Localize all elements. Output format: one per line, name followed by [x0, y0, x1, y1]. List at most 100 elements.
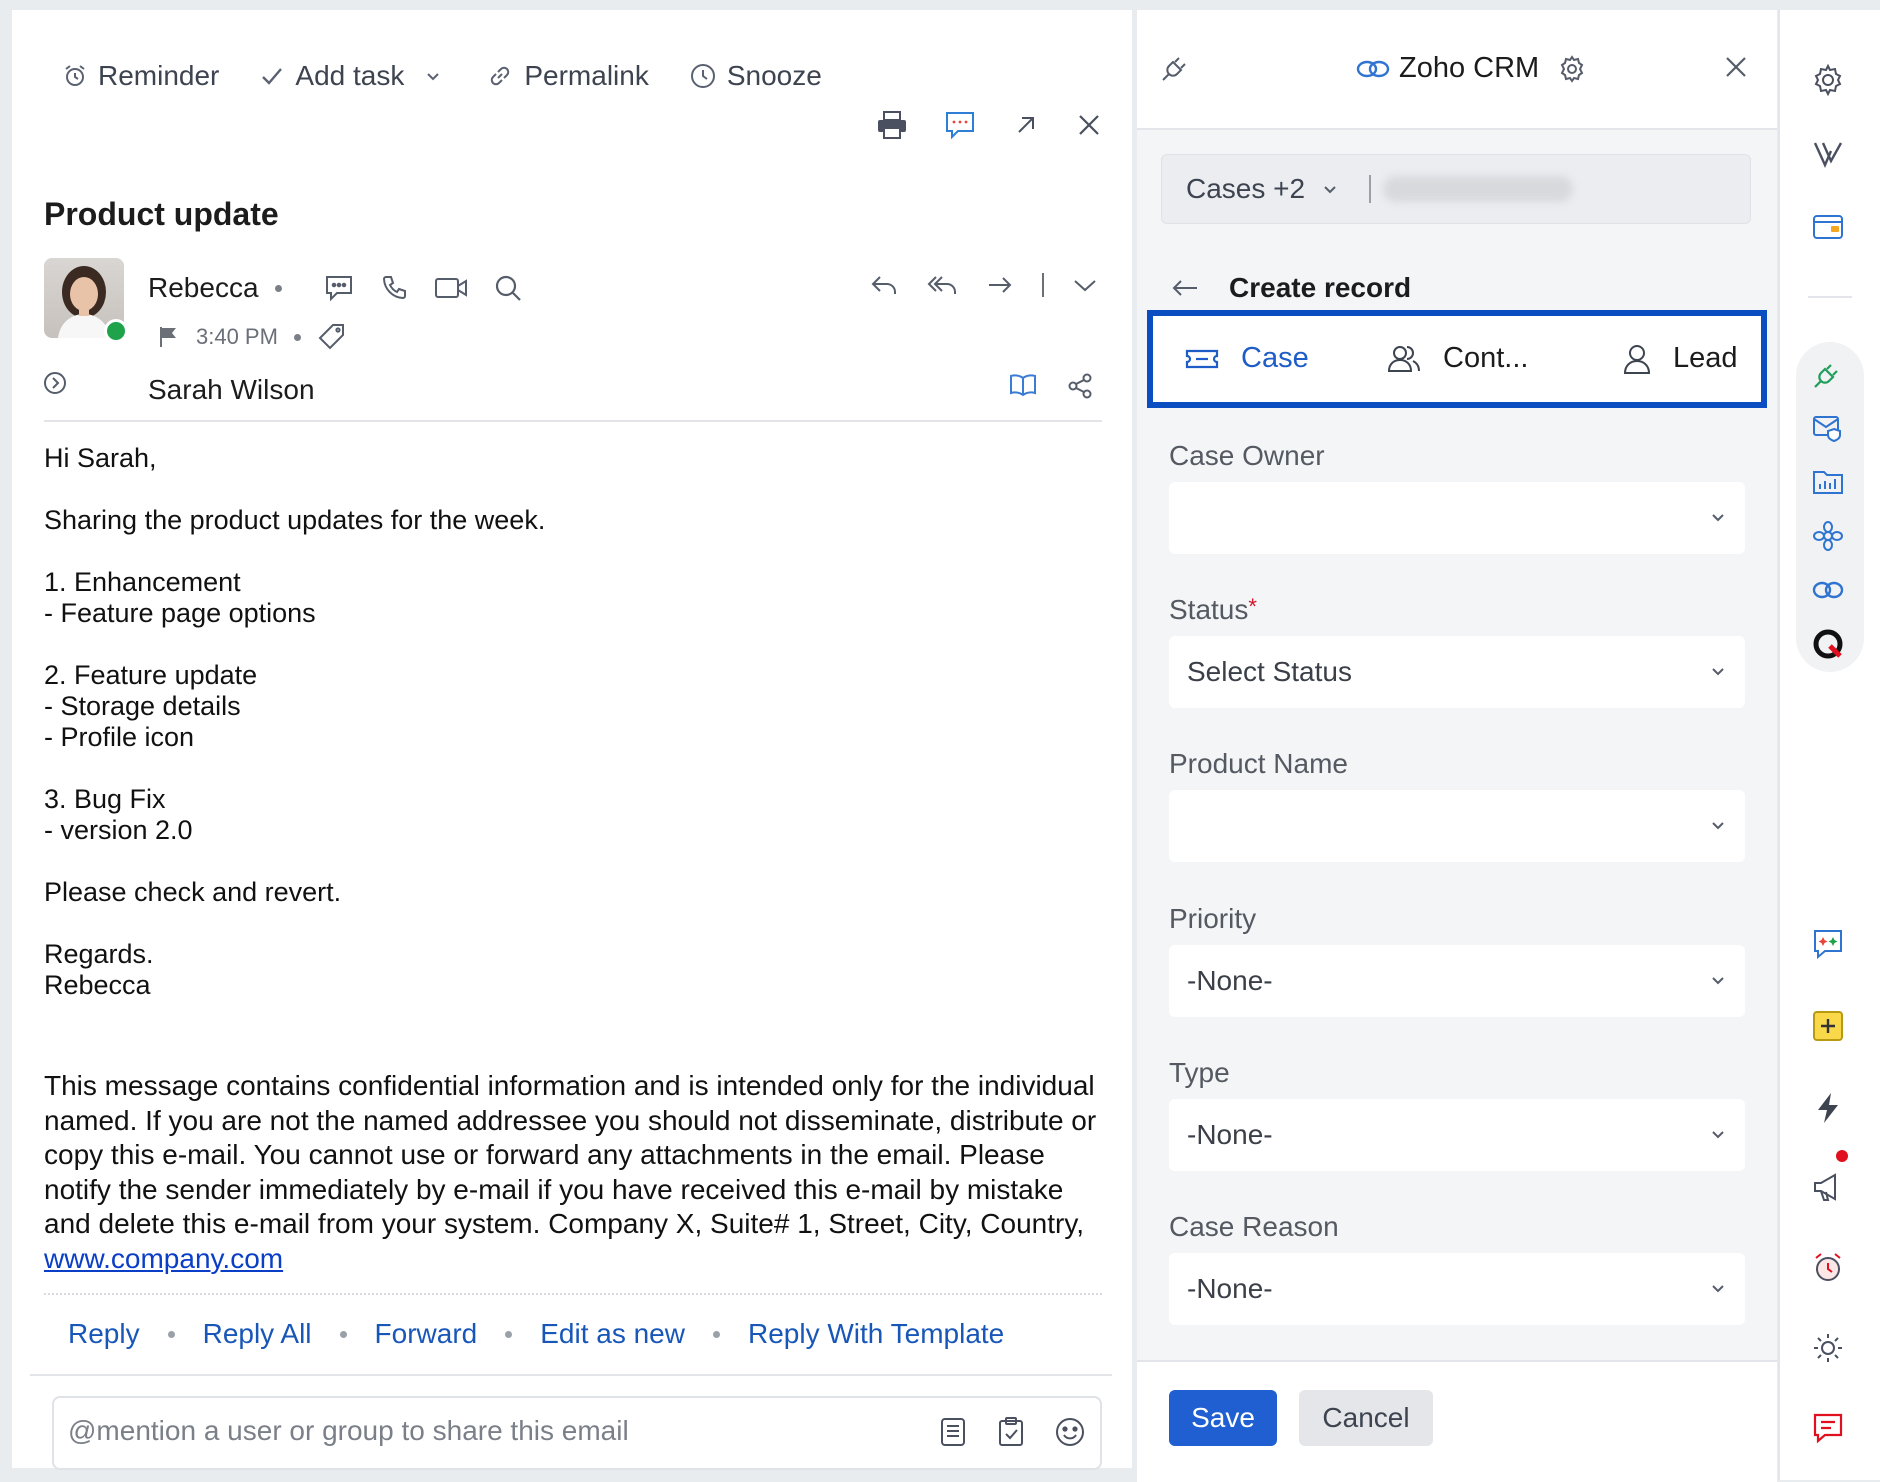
body-intro: Sharing the product updates for the week…: [44, 505, 546, 535]
chevron-down-icon: [1709, 816, 1727, 834]
share-icon[interactable]: [1066, 372, 1094, 400]
body-signature: Rebecca: [44, 970, 151, 1000]
close-icon[interactable]: [1723, 54, 1749, 80]
create-record-header: Create record: [1171, 272, 1411, 304]
edit-as-new-link[interactable]: Edit as new: [540, 1318, 685, 1350]
print-icon[interactable]: [876, 110, 908, 140]
task-clipboard-icon[interactable]: [996, 1416, 1026, 1448]
reply-icon[interactable]: [870, 272, 898, 298]
cancel-button[interactable]: Cancel: [1299, 1390, 1433, 1446]
snooze-label: Snooze: [726, 60, 822, 91]
close-icon[interactable]: [1076, 112, 1102, 138]
q-app-icon[interactable]: [1808, 624, 1848, 664]
expand-recipients-icon[interactable]: [42, 370, 68, 396]
settings-gear-icon[interactable]: [1808, 60, 1848, 100]
video-call-icon[interactable]: [434, 275, 468, 301]
reply-link[interactable]: Reply: [68, 1318, 140, 1350]
add-task-label: Add task: [295, 60, 405, 91]
search-icon[interactable]: [494, 274, 522, 302]
status-label: Status*: [1169, 594, 1257, 626]
back-arrow-icon[interactable]: [1171, 276, 1199, 300]
mention-actions: [910, 1416, 1086, 1448]
save-button[interactable]: Save: [1169, 1390, 1277, 1446]
message-icon[interactable]: [1808, 1408, 1848, 1448]
flag-icon[interactable]: [158, 325, 180, 349]
crm-header: Zoho CRM: [1137, 10, 1777, 130]
disclaimer: This message contains confidential infor…: [44, 1069, 1114, 1276]
recipient-name[interactable]: Sarah Wilson: [148, 374, 315, 406]
record-type-tabs: Case Cont... Lead: [1147, 310, 1767, 408]
status-select[interactable]: Select Status: [1169, 636, 1745, 708]
divider: [1369, 175, 1372, 203]
redacted-email: [1383, 176, 1574, 202]
permalink-button[interactable]: Permalink: [486, 60, 649, 92]
note-icon[interactable]: [938, 1416, 968, 1448]
reply-with-template-link[interactable]: Reply With Template: [748, 1318, 1004, 1350]
reminder-button[interactable]: Reminder: [62, 60, 219, 92]
popout-arrow-icon[interactable]: [1012, 111, 1040, 139]
notes-add-icon[interactable]: [1808, 1006, 1848, 1046]
body-line: 1. Enhancement: [44, 567, 241, 597]
company-link[interactable]: www.company.com: [44, 1243, 283, 1274]
add-task-button[interactable]: Add task: [259, 60, 404, 92]
separator-dot: [274, 284, 282, 292]
module-selector-label: Cases +2: [1186, 173, 1306, 204]
chat-comment-icon[interactable]: [944, 110, 976, 140]
case-owner-select[interactable]: [1169, 482, 1745, 554]
forward-icon[interactable]: [986, 272, 1014, 298]
module-selector[interactable]: Cases +2: [1161, 154, 1751, 224]
tag-icon[interactable]: [317, 322, 347, 352]
chevron-down-icon[interactable]: [1072, 274, 1098, 296]
create-record-title: Create record: [1229, 272, 1412, 303]
separator-dot: [293, 333, 301, 341]
ai-chat-icon[interactable]: [1808, 924, 1848, 964]
flower-icon[interactable]: [1808, 516, 1848, 556]
plug-icon[interactable]: [1159, 50, 1193, 84]
zoho-crm-icon[interactable]: [1808, 570, 1848, 610]
sender-name[interactable]: Rebecca: [148, 272, 259, 304]
checkmark-icon: [259, 63, 285, 89]
gear-icon[interactable]: [1557, 54, 1587, 84]
priority-value: -None-: [1187, 965, 1273, 996]
product-name-select[interactable]: [1169, 790, 1745, 862]
link-icon: [486, 62, 514, 90]
tab-case-label: Case: [1241, 342, 1309, 374]
reply-all-icon[interactable]: [926, 272, 958, 298]
disclaimer-text: This message contains confidential infor…: [44, 1070, 1097, 1239]
phone-icon[interactable]: [380, 274, 408, 302]
body-line: - Profile icon: [44, 722, 195, 752]
case-reason-select[interactable]: -None-: [1169, 1253, 1745, 1325]
open-book-icon[interactable]: [1008, 372, 1038, 400]
sender-row: Rebecca: [148, 272, 522, 304]
priority-select[interactable]: -None-: [1169, 945, 1745, 1017]
email-header-actions: [840, 110, 1102, 140]
wallet-icon[interactable]: [1808, 206, 1848, 246]
lightning-icon[interactable]: [1808, 1088, 1848, 1128]
online-status-indicator: [104, 319, 128, 343]
folder-chart-icon[interactable]: [1808, 462, 1848, 502]
type-select[interactable]: -None-: [1169, 1099, 1745, 1171]
reply-all-link[interactable]: Reply All: [203, 1318, 312, 1350]
body-line: - Storage details: [44, 691, 241, 721]
tab-contact[interactable]: Cont...: [1387, 342, 1528, 375]
reminder-label: Reminder: [98, 60, 220, 91]
mention-input[interactable]: [66, 1414, 870, 1448]
reply-actions: Reply Reply All Forward Edit as new Repl…: [68, 1318, 1004, 1350]
body-closing: Please check and revert.: [44, 877, 342, 907]
tab-lead[interactable]: Lead: [1623, 342, 1738, 375]
tab-case[interactable]: Case: [1185, 342, 1309, 375]
plug-icon[interactable]: [1808, 354, 1848, 394]
snooze-button[interactable]: Snooze: [689, 60, 822, 92]
forward-link[interactable]: Forward: [375, 1318, 478, 1350]
emoji-icon[interactable]: [1054, 1416, 1086, 1448]
mail-shield-icon[interactable]: [1808, 408, 1848, 448]
theme-toggle-icon[interactable]: [1808, 1328, 1848, 1368]
announcement-icon[interactable]: [1808, 1168, 1848, 1208]
chat-icon[interactable]: [324, 274, 354, 302]
message-time: 3:40 PM: [196, 324, 278, 349]
email-subject: Product update: [44, 196, 279, 232]
alarm-clock-icon[interactable]: [1808, 1248, 1848, 1288]
vani-app-icon[interactable]: [1808, 134, 1848, 174]
divider: [44, 420, 1102, 422]
chevron-down-icon[interactable]: [424, 67, 442, 85]
